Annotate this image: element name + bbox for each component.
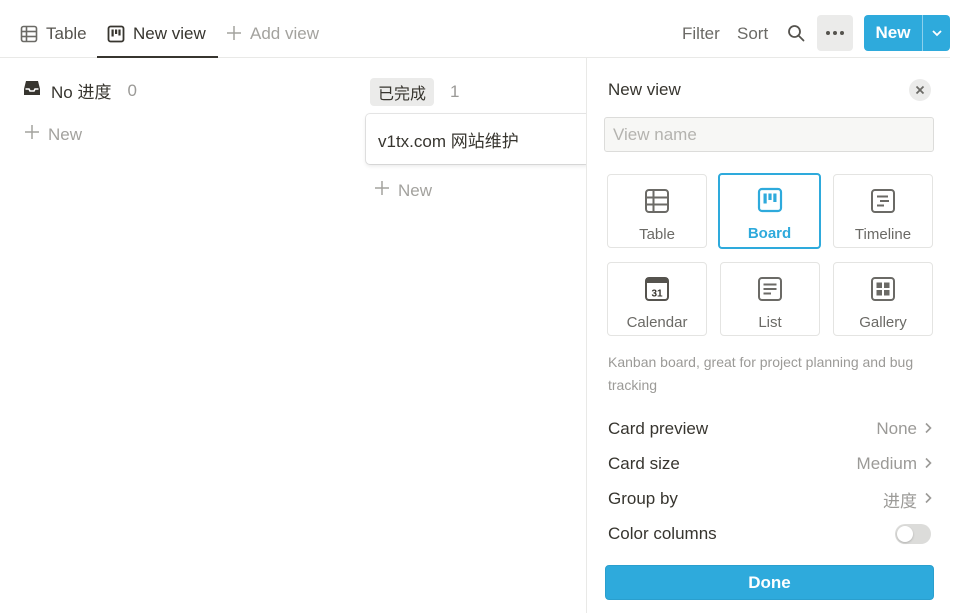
tab-label: Add view: [250, 24, 319, 43]
calendar-icon: 31: [644, 276, 670, 306]
option-value: 进度: [883, 491, 917, 511]
view-type-table[interactable]: Table: [607, 174, 707, 248]
table-icon: [644, 188, 670, 218]
add-card-button[interactable]: New: [24, 124, 82, 145]
view-type-label: List: [758, 314, 782, 331]
plus-icon: [226, 20, 242, 46]
chevron-down-icon[interactable]: [922, 15, 950, 51]
tab-label: New view: [133, 24, 206, 43]
option-label: Card preview: [608, 419, 709, 438]
chevron-right-icon: [924, 489, 932, 509]
view-type-list[interactable]: List: [720, 262, 820, 336]
new-view-panel: New view Table Board Timeline 31 Calenda…: [586, 58, 950, 613]
add-card-label: New: [398, 180, 433, 200]
card-size-option[interactable]: Card size Medium: [608, 452, 932, 476]
calendar-icon-text: 31: [651, 289, 663, 300]
color-columns-toggle[interactable]: [895, 524, 931, 544]
table-icon: [20, 20, 38, 48]
view-type-label: Gallery: [859, 314, 907, 331]
tab-new-view[interactable]: New view: [97, 20, 218, 58]
view-type-label: Calendar: [626, 314, 688, 331]
column-count: 1: [450, 82, 460, 101]
inbox-icon: [23, 79, 41, 102]
tab-table[interactable]: Table: [20, 20, 87, 58]
column-count: 0: [127, 80, 137, 100]
new-button[interactable]: New: [864, 15, 950, 51]
option-label: Card size: [608, 454, 680, 473]
add-card-label: New: [48, 124, 83, 144]
view-name-input[interactable]: [604, 117, 934, 152]
board-icon: [107, 20, 125, 48]
sort-button[interactable]: Sort: [737, 20, 768, 48]
plus-icon: [24, 124, 40, 145]
filter-button[interactable]: Filter: [682, 20, 720, 48]
add-view-button[interactable]: Add view: [226, 20, 319, 58]
board-card[interactable]: v1tx.com 网站维护: [366, 114, 588, 164]
card-preview-option[interactable]: Card preview None: [608, 417, 932, 441]
column-title: No 进度: [51, 83, 112, 102]
close-icon[interactable]: [909, 79, 931, 101]
view-type-label: Board: [747, 225, 792, 242]
view-type-timeline[interactable]: Timeline: [833, 174, 933, 248]
option-value: Medium: [856, 454, 917, 473]
more-icon: [826, 31, 830, 35]
view-type-calendar[interactable]: 31 Calendar: [607, 262, 707, 336]
board-icon: [757, 187, 783, 217]
view-type-label: Timeline: [854, 226, 912, 243]
status-tag: 已完成: [370, 78, 435, 106]
card-title: v1tx.com 网站维护: [378, 132, 519, 151]
list-icon: [757, 276, 783, 306]
option-label: Color columns: [608, 524, 717, 543]
view-type-label: Table: [639, 226, 675, 243]
chevron-right-icon: [924, 419, 932, 439]
tab-label: Table: [46, 24, 87, 43]
view-type-board[interactable]: Board: [718, 173, 821, 249]
view-type-description: Kanban board, great for project planning…: [608, 354, 914, 393]
new-button-label[interactable]: New: [864, 15, 922, 51]
gallery-icon: [870, 276, 896, 306]
search-icon[interactable]: [787, 24, 805, 47]
more-options-button[interactable]: [817, 15, 853, 51]
chevron-right-icon: [924, 454, 932, 474]
timeline-icon: [870, 188, 896, 218]
add-card-button[interactable]: New: [374, 180, 432, 201]
option-value: None: [876, 419, 917, 438]
view-type-gallery[interactable]: Gallery: [833, 262, 933, 336]
view-toolbar: Table New view Add view Filter Sort New: [0, 0, 950, 58]
panel-title: New view: [608, 80, 681, 99]
done-button[interactable]: Done: [605, 565, 934, 600]
color-columns-option: Color columns: [608, 522, 932, 546]
column-header-done: 已完成 1: [370, 78, 459, 106]
plus-icon: [374, 180, 390, 201]
column-header-no-status: No 进度 0: [23, 78, 137, 103]
group-by-option[interactable]: Group by 进度: [608, 487, 932, 511]
option-label: Group by: [608, 489, 678, 508]
